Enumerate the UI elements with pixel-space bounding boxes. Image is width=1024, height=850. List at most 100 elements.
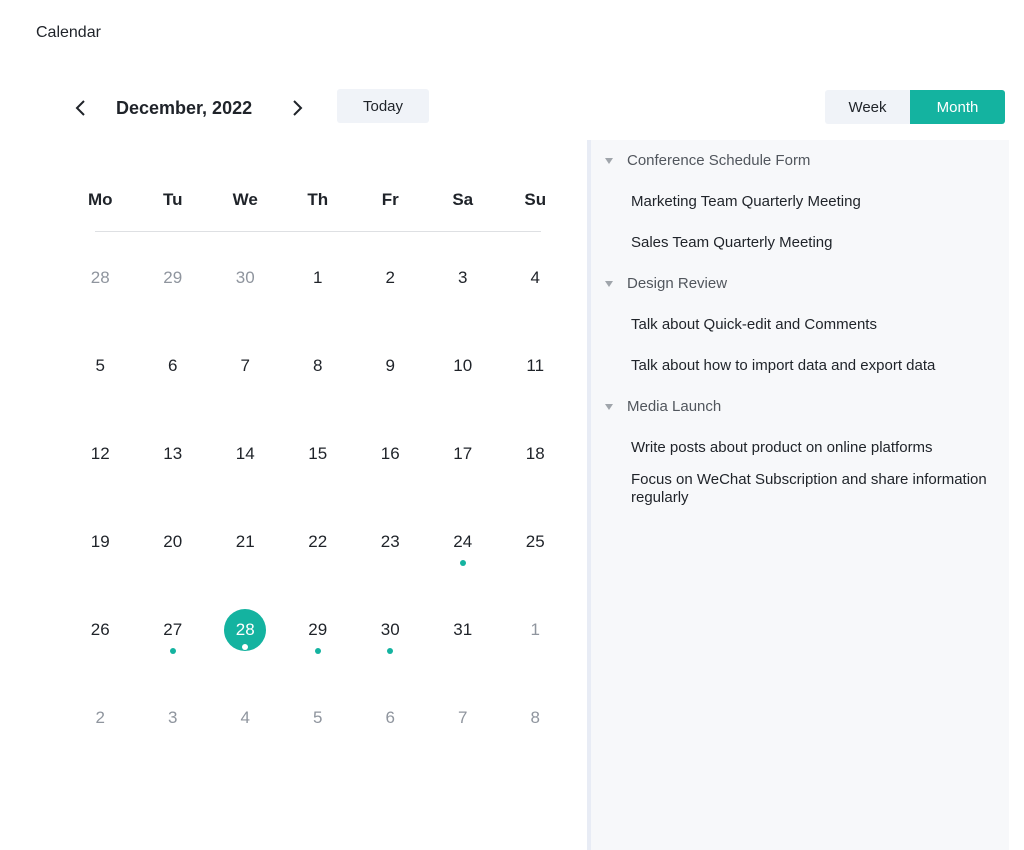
event-indicator-dot: [459, 560, 466, 566]
day-cell[interactable]: 30: [354, 586, 427, 674]
header-divider: [95, 231, 541, 232]
day-number: 7: [458, 708, 468, 727]
event-indicator-dot: [314, 648, 321, 654]
day-number: 10: [453, 356, 473, 375]
day-number: 21: [235, 532, 255, 551]
day-cell[interactable]: 5: [282, 674, 355, 762]
weekday-label: Sa: [452, 190, 474, 209]
day-number: 25: [525, 532, 545, 551]
weekday-label: We: [232, 190, 258, 209]
day-number: 1: [530, 620, 540, 639]
day-number: 5: [313, 708, 323, 727]
day-number: 29: [163, 268, 183, 287]
day-cell[interactable]: 7: [209, 322, 282, 410]
day-cell[interactable]: 3: [427, 234, 500, 322]
week-row: 12 13 14 15 16 17 18: [64, 410, 572, 498]
day-number: 4: [240, 708, 250, 727]
day-number: 27: [163, 620, 183, 639]
day-cell[interactable]: 29: [137, 234, 210, 322]
day-cell[interactable]: 4: [499, 234, 572, 322]
day-cell[interactable]: 12: [64, 410, 137, 498]
day-cell-selected[interactable]: 28: [209, 586, 282, 674]
day-number: 4: [530, 268, 540, 287]
event-item[interactable]: Write posts about product on online plat…: [591, 427, 1009, 468]
day-cell[interactable]: 24: [427, 498, 500, 586]
day-number: 6: [168, 356, 178, 375]
day-cell[interactable]: 30: [209, 234, 282, 322]
group-header-design-review[interactable]: Design Review: [591, 263, 1009, 304]
day-cell[interactable]: 19: [64, 498, 137, 586]
event-item[interactable]: Talk about how to import data and export…: [591, 345, 1009, 386]
day-number: 23: [380, 532, 400, 551]
day-cell[interactable]: 16: [354, 410, 427, 498]
day-cell[interactable]: 10: [427, 322, 500, 410]
event-item[interactable]: Talk about Quick-edit and Comments: [591, 304, 1009, 345]
day-number: 29: [308, 620, 328, 639]
day-cell[interactable]: 18: [499, 410, 572, 498]
day-cell[interactable]: 6: [137, 322, 210, 410]
caret-down-icon: [605, 403, 613, 410]
day-cell[interactable]: 14: [209, 410, 282, 498]
day-number: 30: [380, 620, 400, 639]
day-cell[interactable]: 22: [282, 498, 355, 586]
day-cell[interactable]: 26: [64, 586, 137, 674]
day-cell[interactable]: 15: [282, 410, 355, 498]
day-cell[interactable]: 2: [64, 674, 137, 762]
day-number: 11: [526, 356, 545, 375]
day-cell[interactable]: 13: [137, 410, 210, 498]
day-cell[interactable]: 6: [354, 674, 427, 762]
day-cell[interactable]: 8: [282, 322, 355, 410]
week-view-button[interactable]: Week: [825, 90, 910, 124]
group-header-conference-schedule-form[interactable]: Conference Schedule Form: [591, 140, 1009, 181]
group-header-media-launch[interactable]: Media Launch: [591, 386, 1009, 427]
day-cell[interactable]: 29: [282, 586, 355, 674]
day-number: 19: [90, 532, 110, 551]
caret-down-icon: [605, 280, 613, 287]
month-view-button[interactable]: Month: [910, 90, 1005, 124]
day-number: 5: [95, 356, 105, 375]
day-cell[interactable]: 23: [354, 498, 427, 586]
day-number: 9: [385, 356, 395, 375]
month-label: December, 2022: [116, 98, 253, 118]
weekday-label: Th: [307, 190, 329, 209]
day-cell[interactable]: 11: [499, 322, 572, 410]
caret-down-icon: [605, 157, 613, 164]
today-button[interactable]: Today: [337, 89, 429, 123]
day-cell[interactable]: 3: [137, 674, 210, 762]
day-cell[interactable]: 7: [427, 674, 500, 762]
event-panel: Conference Schedule Form Marketing Team …: [587, 140, 1009, 850]
day-cell[interactable]: 25: [499, 498, 572, 586]
day-cell[interactable]: 5: [64, 322, 137, 410]
week-row: 26 27 28 29 30 31 1: [64, 586, 572, 674]
day-number: 17: [453, 444, 473, 463]
day-cell[interactable]: 1: [282, 234, 355, 322]
day-cell[interactable]: 4: [209, 674, 282, 762]
event-item[interactable]: Marketing Team Quarterly Meeting: [591, 181, 1009, 222]
day-number: 26: [90, 620, 110, 639]
day-cell[interactable]: 28: [64, 234, 137, 322]
next-month-button[interactable]: [286, 94, 310, 122]
day-number: 2: [95, 708, 105, 727]
day-cell[interactable]: 31: [427, 586, 500, 674]
day-cell[interactable]: 9: [354, 322, 427, 410]
day-cell[interactable]: 21: [209, 498, 282, 586]
day-number: 31: [453, 620, 473, 639]
calendar-toolbar: December, 2022 Today Week Month: [0, 0, 1024, 130]
event-item[interactable]: Sales Team Quarterly Meeting: [591, 222, 1009, 263]
day-cell[interactable]: 1: [499, 586, 572, 674]
week-row: 19 20 21 22 23 24 25: [64, 498, 572, 586]
event-item[interactable]: Focus on WeChat Subscription and share i…: [591, 468, 1009, 515]
weekday-label: Fr: [381, 190, 399, 209]
day-cell[interactable]: 27: [137, 586, 210, 674]
day-cell[interactable]: 2: [354, 234, 427, 322]
day-number: 8: [530, 708, 540, 727]
day-number: 24: [453, 532, 473, 551]
view-switch: Week Month: [825, 90, 1005, 124]
day-cell[interactable]: 8: [499, 674, 572, 762]
group-title: Conference Schedule Form: [627, 152, 811, 169]
month-grid: 28 29 30 1 2 3 4 5 6 7 8 9 10 11 12 13 14 15 16 17 18 19 20 21 2…: [64, 234, 572, 762]
previous-month-button[interactable]: [68, 94, 92, 122]
day-number: 18: [525, 444, 545, 463]
day-cell[interactable]: 17: [427, 410, 500, 498]
day-cell[interactable]: 20: [137, 498, 210, 586]
